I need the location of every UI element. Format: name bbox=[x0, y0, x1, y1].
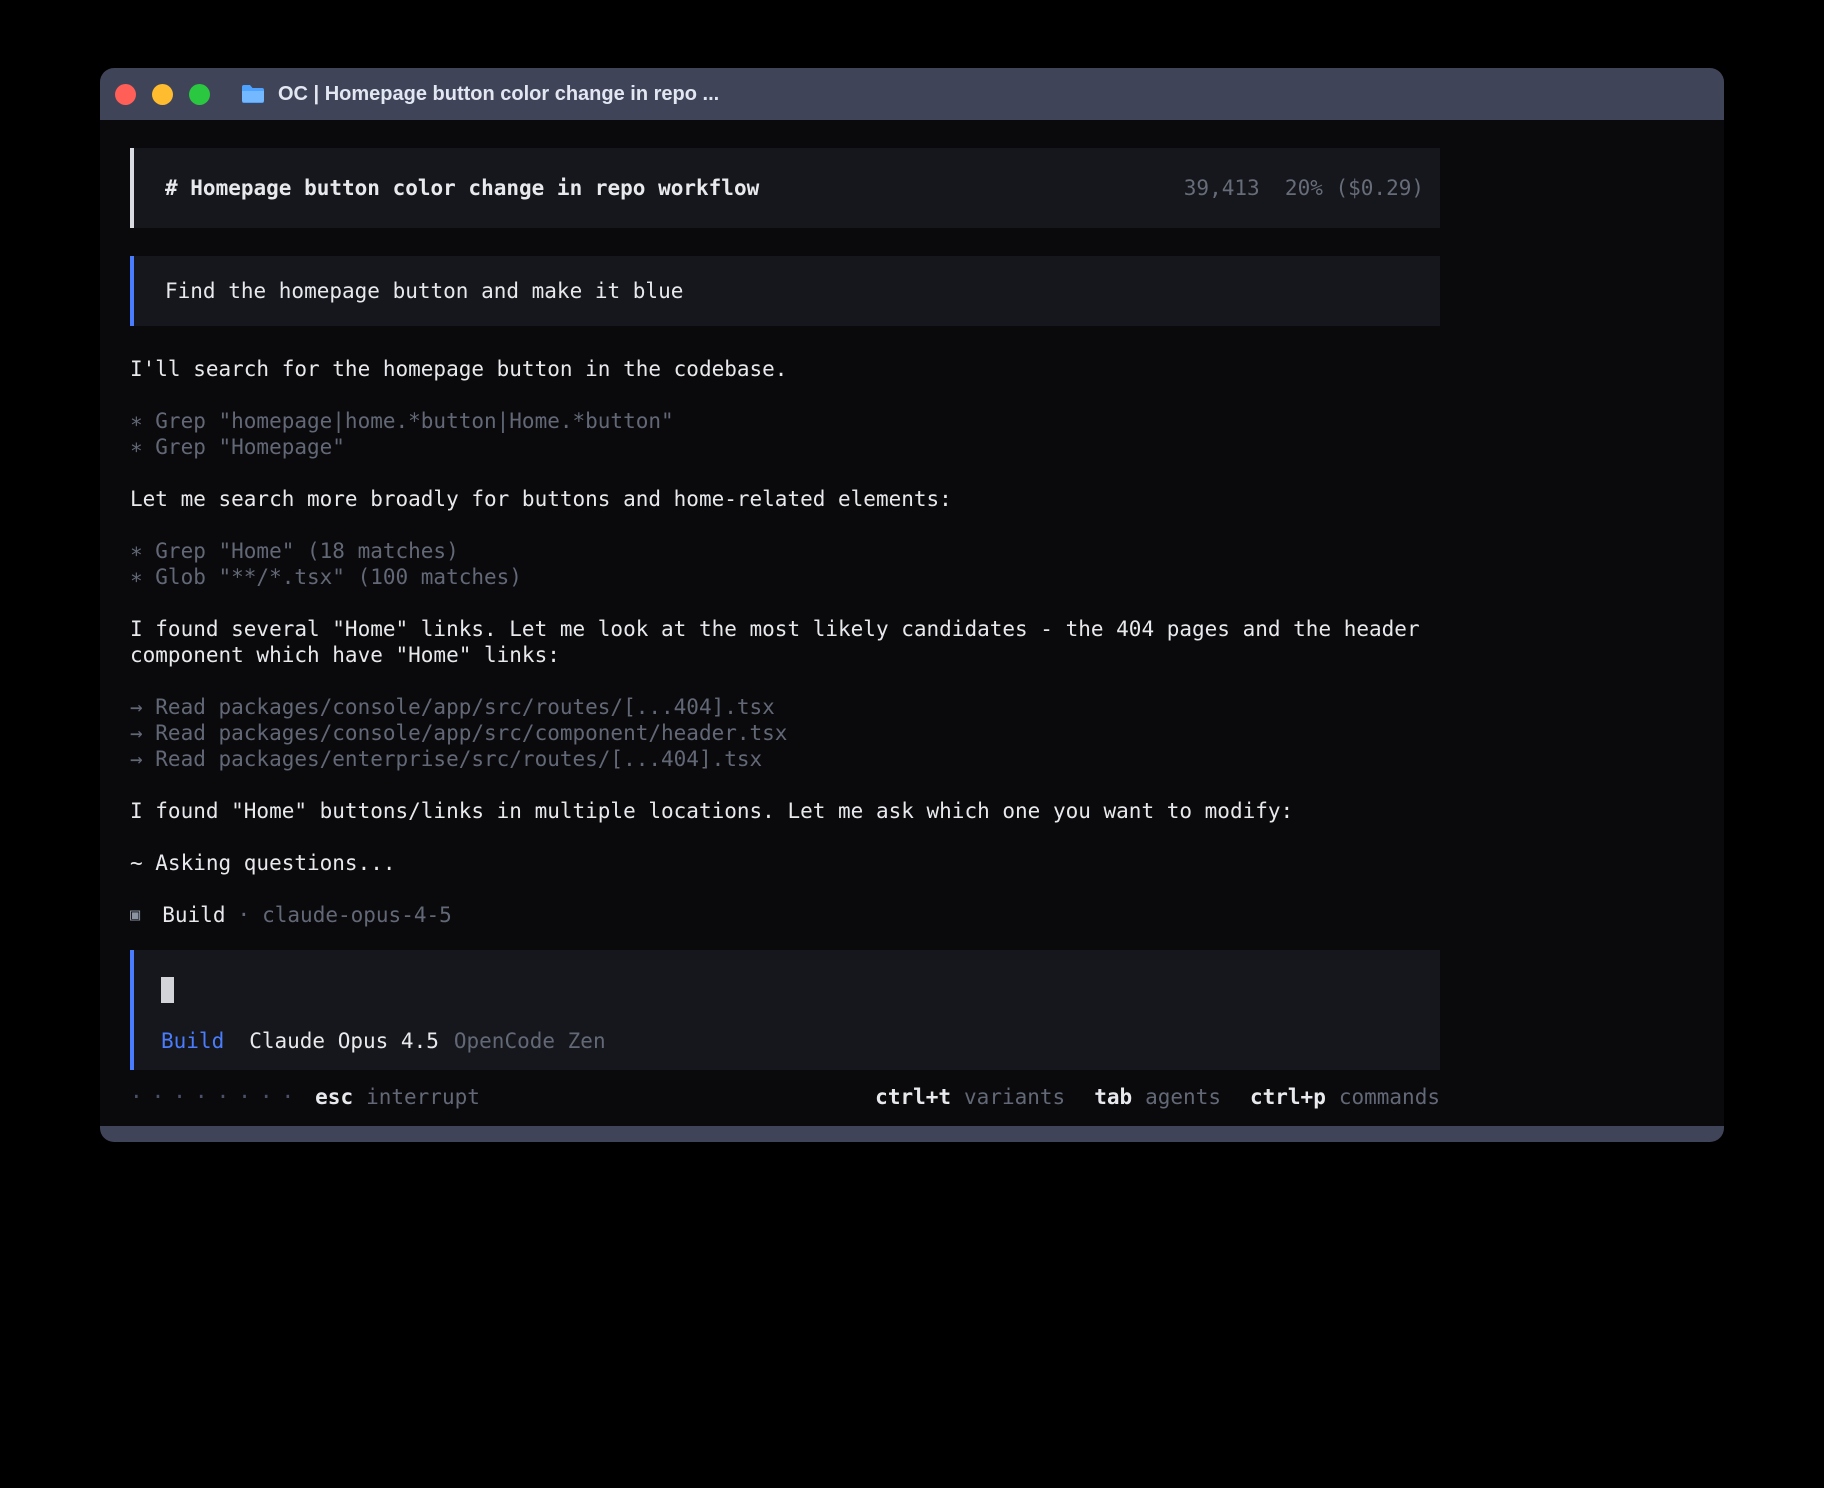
assistant-message: I found "Home" buttons/links in multiple… bbox=[130, 798, 1440, 824]
session-token-stats: 39,413 20% ($0.29) bbox=[1184, 176, 1424, 200]
folder-icon bbox=[240, 83, 266, 105]
status-bar: ········ esc interrupt ctrl+t variants t… bbox=[130, 1084, 1440, 1110]
zoom-button[interactable] bbox=[189, 84, 210, 105]
agent-separator: · bbox=[237, 902, 250, 928]
assistant-message: I found several "Home" links. Let me loo… bbox=[130, 616, 1440, 668]
assistant-message: I'll search for the homepage button in t… bbox=[130, 356, 1440, 382]
status-bar-left: ········ esc interrupt bbox=[130, 1084, 480, 1110]
tool-call-read: → Read packages/console/app/src/componen… bbox=[130, 720, 1440, 746]
esc-key-hint: esc bbox=[315, 1084, 353, 1110]
user-message: Find the homepage button and make it blu… bbox=[130, 256, 1440, 326]
agent-name: Build bbox=[162, 902, 225, 928]
text-cursor bbox=[161, 977, 174, 1003]
tab-key-hint: tab bbox=[1094, 1084, 1132, 1110]
agent-status-line: ▣ Build · claude-opus-4-5 bbox=[130, 902, 1440, 928]
ctrl-p-key-hint: ctrl+p bbox=[1250, 1084, 1326, 1110]
status-asking-questions: ~ Asking questions... bbox=[130, 850, 1440, 876]
tool-call-read: → Read packages/console/app/src/routes/[… bbox=[130, 694, 1440, 720]
tool-call-grep: ∗ Grep "Homepage" bbox=[130, 434, 1440, 460]
assistant-message: Let me search more broadly for buttons a… bbox=[130, 486, 1440, 512]
terminal-window: OC | Homepage button color change in rep… bbox=[100, 68, 1724, 1142]
keybind-commands: ctrl+p commands bbox=[1250, 1084, 1440, 1110]
ctrl-t-key-hint: ctrl+t bbox=[875, 1084, 951, 1110]
status-bar-right: ctrl+t variants tab agents ctrl+p comman… bbox=[846, 1084, 1440, 1110]
progress-spinner: ········ bbox=[130, 1084, 303, 1110]
minimize-button[interactable] bbox=[152, 84, 173, 105]
close-button[interactable] bbox=[115, 84, 136, 105]
tool-call-read: → Read packages/enterprise/src/routes/[.… bbox=[130, 746, 1440, 772]
prompt-input[interactable]: Build Claude Opus 4.5 OpenCode Zen bbox=[130, 950, 1440, 1070]
input-model-label: Claude Opus 4.5 bbox=[249, 1028, 439, 1054]
window-titlebar: OC | Homepage button color change in rep… bbox=[100, 68, 1724, 120]
window-title: OC | Homepage button color change in rep… bbox=[278, 83, 719, 106]
session-header: # Homepage button color change in repo w… bbox=[130, 148, 1440, 228]
tool-call-grep: ∗ Grep "Home" (18 matches) bbox=[130, 538, 1440, 564]
agent-status-icon: ▣ bbox=[130, 902, 140, 928]
input-provider-label: OpenCode Zen bbox=[454, 1028, 606, 1054]
variants-hint-label: variants bbox=[964, 1084, 1065, 1110]
terminal-body: # Homepage button color change in repo w… bbox=[100, 120, 1724, 1126]
input-meta-row: Build Claude Opus 4.5 OpenCode Zen bbox=[161, 1028, 1440, 1054]
keybind-variants: ctrl+t variants bbox=[875, 1084, 1065, 1110]
session-title: # Homepage button color change in repo w… bbox=[165, 176, 759, 200]
interrupt-hint-label: interrupt bbox=[366, 1084, 480, 1110]
agents-hint-label: agents bbox=[1145, 1084, 1221, 1110]
agent-model-name: claude-opus-4-5 bbox=[262, 902, 452, 928]
tool-call-grep: ∗ Grep "homepage|home.*button|Home.*butt… bbox=[130, 408, 1440, 434]
keybind-agents: tab agents bbox=[1094, 1084, 1221, 1110]
tool-call-glob: ∗ Glob "**/*.tsx" (100 matches) bbox=[130, 564, 1440, 590]
user-message-text: Find the homepage button and make it blu… bbox=[165, 279, 683, 303]
commands-hint-label: commands bbox=[1339, 1084, 1440, 1110]
input-mode-label: Build bbox=[161, 1028, 224, 1054]
